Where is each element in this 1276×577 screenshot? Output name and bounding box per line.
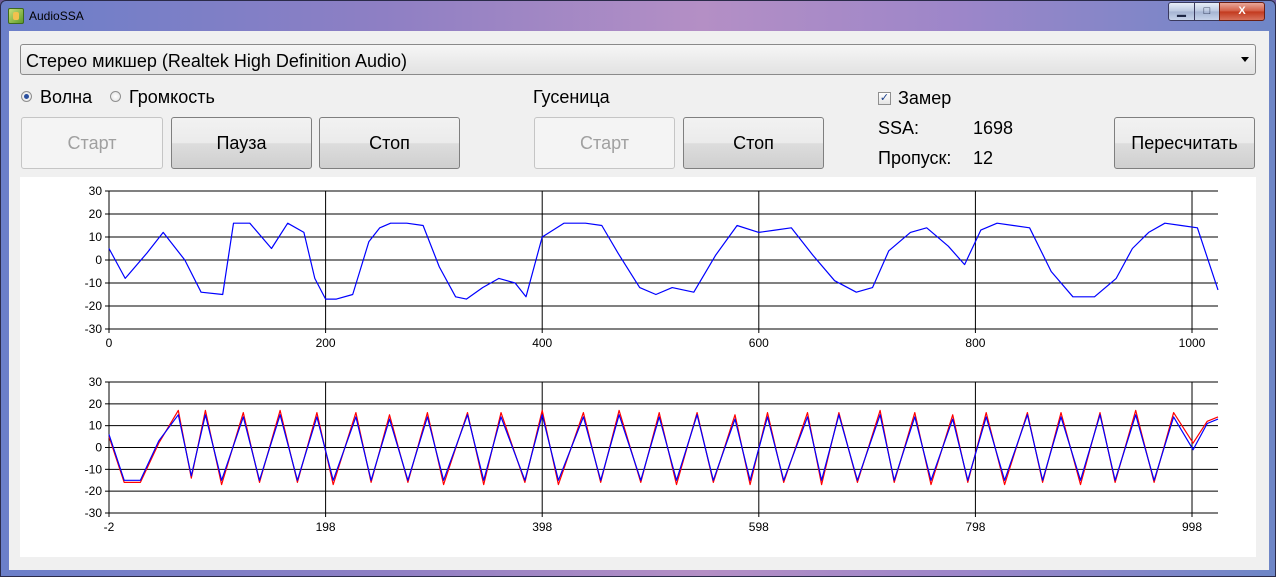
y-tick-label: 20 xyxy=(89,397,103,411)
close-button[interactable]: X xyxy=(1219,2,1265,21)
track-group-title: Гусеница xyxy=(533,87,610,107)
stop-button[interactable]: Стоп xyxy=(319,117,460,169)
radio-wave-label[interactable]: Волна xyxy=(40,87,92,108)
chart-2: 30 20 10 0 -10 -20 -30-2 198 398 598 798 998 xyxy=(85,375,1219,534)
y-tick-label: 10 xyxy=(89,230,103,244)
track-stop-button[interactable]: Стоп xyxy=(683,117,824,169)
x-tick-label: 998 xyxy=(1182,520,1202,534)
y-tick-label: -30 xyxy=(85,506,103,520)
y-tick-label: 0 xyxy=(95,253,102,267)
y-tick-label: -30 xyxy=(85,322,103,336)
device-selected-value: Стерео микшер (Realtek High Definition A… xyxy=(26,51,407,71)
client-area: Стерео микшер (Realtek High Definition A… xyxy=(9,31,1269,570)
y-tick-label: -20 xyxy=(85,484,103,498)
minimize-button[interactable]: ▁ xyxy=(1168,2,1195,21)
x-tick-label: 398 xyxy=(532,520,552,534)
charts-panel: 30 20 10 0 -10 -20 -30 0 200 400 600 800 1000 30 20 10 0… xyxy=(20,177,1256,557)
ssa-value: 1698 xyxy=(973,118,1014,138)
y-tick-label: -10 xyxy=(85,276,103,290)
y-tick-label: -10 xyxy=(85,462,103,476)
x-tick-label: 0 xyxy=(106,336,113,350)
y-tick-label: -20 xyxy=(85,299,103,313)
y-tick-label: 30 xyxy=(89,184,103,198)
y-tick-label: 10 xyxy=(89,419,103,433)
x-tick-label: -2 xyxy=(104,520,115,534)
y-tick-label: 30 xyxy=(89,375,103,389)
radio-volume[interactable] xyxy=(110,91,121,102)
x-tick-label: 600 xyxy=(749,336,769,350)
x-tick-label: 800 xyxy=(965,336,985,350)
pause-button[interactable]: Пауза xyxy=(171,117,312,169)
app-icon xyxy=(8,8,24,24)
radio-volume-label[interactable]: Громкость xyxy=(129,87,215,108)
start-button[interactable]: Старт xyxy=(21,117,163,169)
app-window: AudioSSA ▁ □ X Стерео микшер (Realtek Hi… xyxy=(0,0,1276,577)
title-bar[interactable]: AudioSSA ▁ □ X xyxy=(1,1,1276,31)
x-tick-label: 198 xyxy=(316,520,336,534)
skip-value: 12 xyxy=(973,148,994,168)
chevron-down-icon[interactable] xyxy=(1241,57,1249,62)
x-tick-label: 598 xyxy=(749,520,769,534)
chart-1: 3020100-10-20-300 200 400 600 800 1000 xyxy=(85,184,1219,350)
charts-svg: 3020100-10-20-300 200 400 600 800 10003020100… xyxy=(85,184,1219,534)
y-tick-label: 20 xyxy=(89,207,103,221)
skip-label: Пропуск: xyxy=(878,148,952,168)
ssa-label: SSA: xyxy=(878,118,920,138)
radio-wave[interactable] xyxy=(21,91,32,102)
x-tick-label: 1000 xyxy=(1179,336,1206,350)
track-start-button[interactable]: Старт xyxy=(534,117,675,169)
maximize-button[interactable]: □ xyxy=(1194,2,1220,21)
x-tick-label: 400 xyxy=(532,336,552,350)
x-tick-label: 200 xyxy=(316,336,336,350)
recalculate-button[interactable]: Пересчитать xyxy=(1114,117,1255,169)
series-line-1 xyxy=(108,222,1219,300)
x-tick-label: 798 xyxy=(965,520,985,534)
measure-checkbox[interactable]: ✓ xyxy=(878,92,891,105)
window-title: AudioSSA xyxy=(29,9,84,23)
measure-label[interactable]: Замер xyxy=(898,88,951,109)
y-tick-label: 0 xyxy=(95,441,102,455)
device-dropdown[interactable]: Стерео микшер (Realtek High Definition A… xyxy=(20,44,1256,75)
